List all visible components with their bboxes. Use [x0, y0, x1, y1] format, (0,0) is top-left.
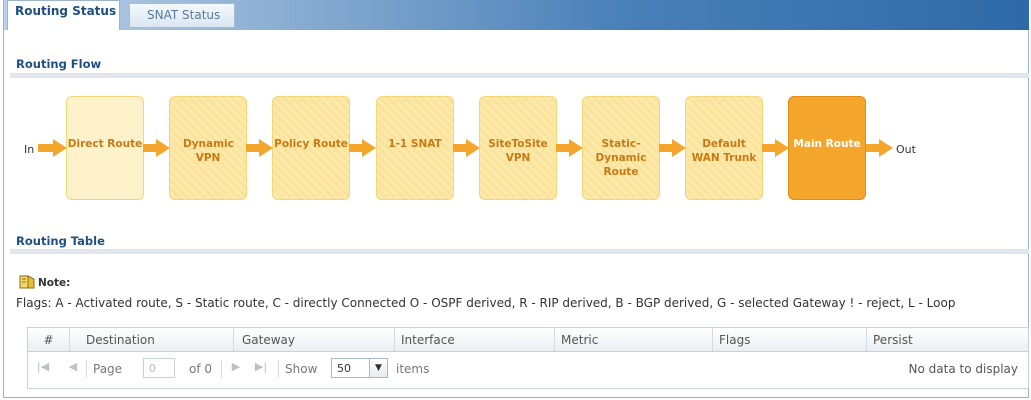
routing-flow-title: Routing Flow: [16, 57, 102, 71]
pager-separator: [278, 360, 279, 378]
column-header-number[interactable]: #: [28, 328, 70, 351]
flow-step-label: SiteToSite VPN: [488, 138, 548, 164]
next-page-icon[interactable]: ▶: [229, 360, 243, 376]
page-size-value: 50: [337, 362, 351, 375]
first-page-icon[interactable]: |◀: [36, 360, 50, 376]
flags-legend: Flags: A - Activated route, S - Static r…: [16, 296, 956, 310]
column-header-metric[interactable]: Metric: [555, 328, 713, 351]
note-title: Note:: [38, 277, 71, 289]
flow-in-label: In: [24, 143, 35, 156]
items-label: items: [396, 362, 430, 376]
column-header-persist[interactable]: Persist: [867, 328, 1028, 351]
show-label: Show: [285, 362, 318, 376]
flow-step-label: Dynamic VPN: [183, 138, 234, 164]
flow-step-dynamic-vpn: Dynamic VPN: [169, 96, 247, 200]
column-header-gateway[interactable]: Gateway: [234, 328, 395, 351]
flow-step-label: Direct Route: [67, 138, 143, 150]
column-header-interface[interactable]: Interface: [395, 328, 555, 351]
page-number-input[interactable]: 0: [143, 358, 175, 378]
routing-table-title: Routing Table: [16, 234, 105, 248]
pager-separator: [86, 360, 87, 378]
column-header-destination[interactable]: Destination: [70, 328, 234, 351]
last-page-icon[interactable]: ▶|: [254, 360, 268, 376]
flow-step-default-wan-trunk: Default WAN Trunk: [685, 96, 763, 200]
table-header: # Destination Gateway Interface Metric F…: [28, 328, 1028, 352]
flow-step-label: 1-1 SNAT: [388, 138, 442, 150]
column-header-flags[interactable]: Flags: [713, 328, 867, 351]
pager-separator: [221, 360, 222, 378]
previous-page-icon[interactable]: ◀: [66, 360, 80, 376]
pagination-bar: |◀ ◀ Page 0 of 0 ▶ ▶| Show 50 ▼ items No …: [28, 352, 1028, 388]
tab-routing-status[interactable]: Routing Status: [7, 0, 120, 30]
flow-step-label: Main Route: [793, 138, 861, 150]
flow-step-label: Policy Route: [274, 138, 348, 150]
flow-step-label: Default WAN Trunk: [691, 138, 757, 164]
page-label: Page: [93, 362, 123, 376]
section-divider: [10, 249, 1029, 254]
page-count-label: of 0: [189, 362, 213, 376]
section-divider: [10, 73, 1029, 78]
flow-step-static-dynamic-route: Static-Dynamic Route: [582, 96, 660, 200]
page-size-select[interactable]: 50 ▼: [331, 358, 388, 378]
empty-state-text: No data to display: [908, 362, 1018, 376]
flow-step-sitetosite-vpn: SiteToSite VPN: [479, 96, 557, 200]
note-icon: [19, 275, 35, 289]
flow-step-1-1-snat: 1-1 SNAT: [376, 96, 454, 200]
flow-out-label: Out: [896, 143, 916, 156]
tab-bar: Routing Status SNAT Status: [4, 0, 1029, 30]
flow-step-main-route: Main Route: [788, 96, 866, 200]
routing-table-grid: # Destination Gateway Interface Metric F…: [27, 327, 1029, 389]
tab-snat-status[interactable]: SNAT Status: [129, 3, 235, 28]
flow-step-direct-route: Direct Route: [66, 96, 144, 200]
chevron-down-icon: ▼: [369, 359, 387, 377]
flow-step-label: Static-Dynamic Route: [595, 138, 647, 178]
flow-step-policy-route: Policy Route: [272, 96, 350, 200]
